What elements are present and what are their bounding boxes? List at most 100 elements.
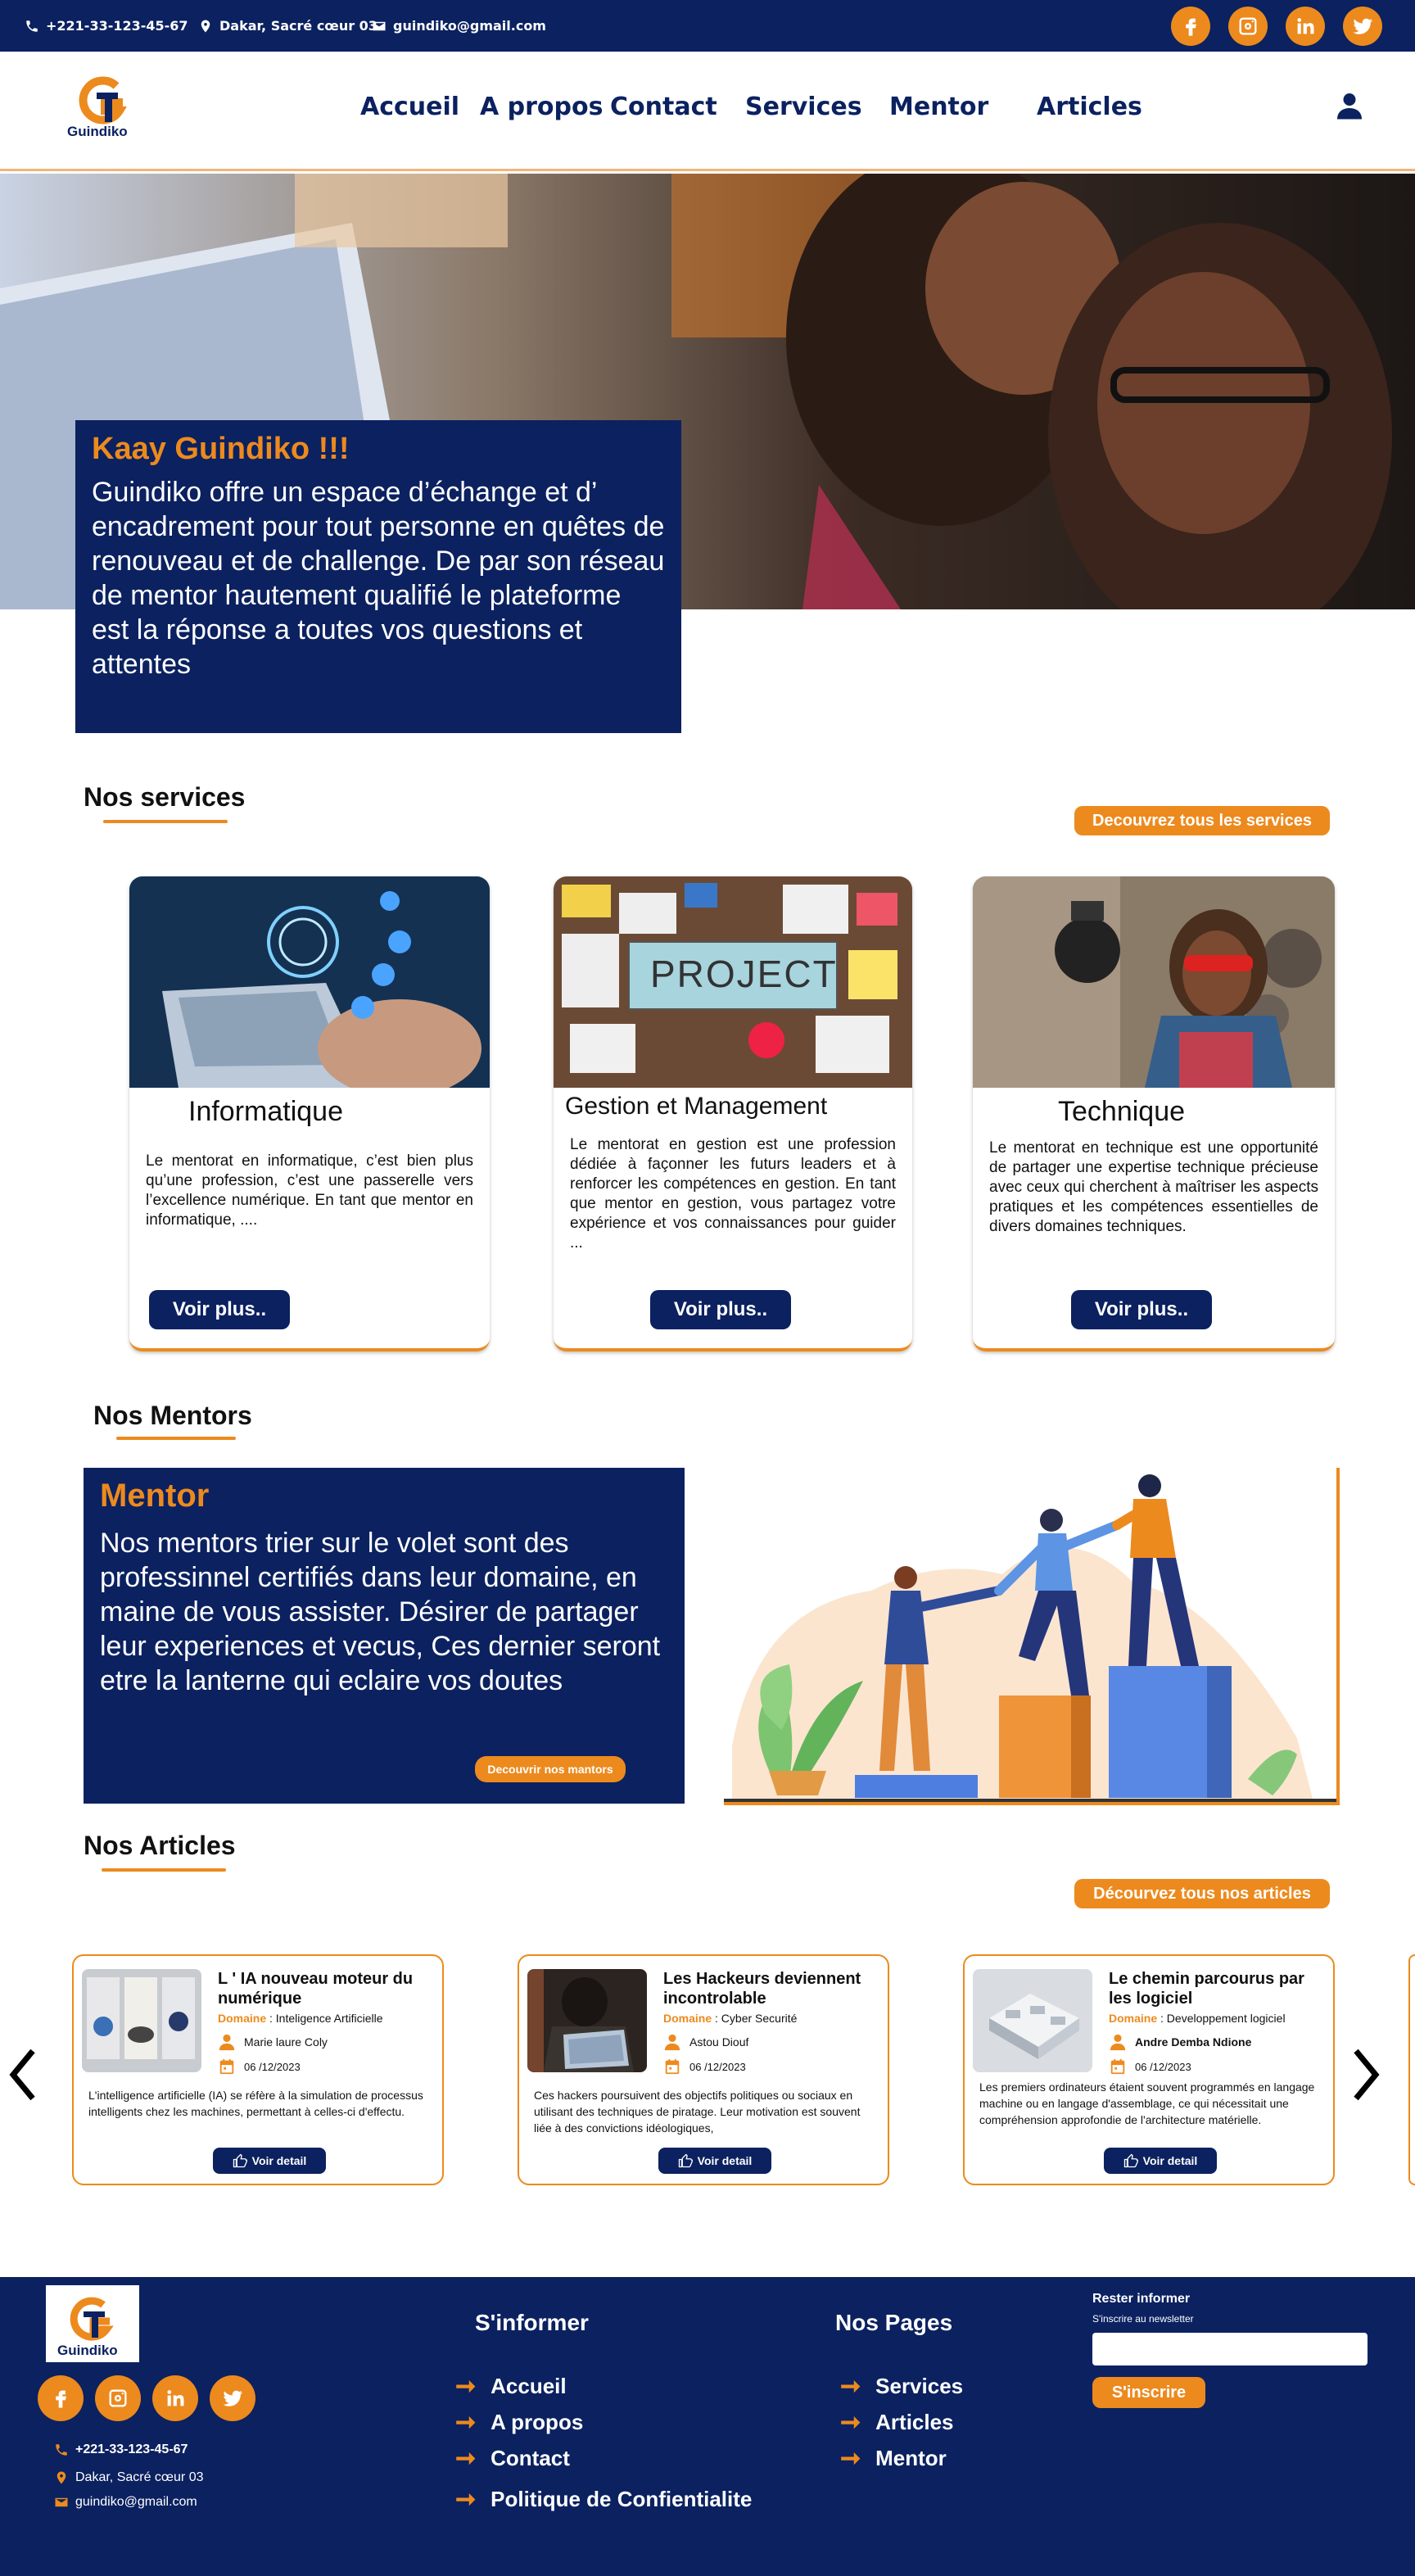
footer-link-politique[interactable]: ➞ Politique de Confientialite <box>455 2485 752 2514</box>
topbar-address: Dakar, Sacré cœur 03 <box>198 18 377 34</box>
instagram-link[interactable] <box>1228 7 1268 46</box>
top-contact-bar: +221-33-123-45-67 Dakar, Sacré cœur 03 g… <box>0 0 1415 52</box>
footer-email-text: guindiko@gmail.com <box>75 2495 197 2509</box>
newsletter-email-input[interactable] <box>1092 2333 1368 2365</box>
topbar-phone-text: +221-33-123-45-67 <box>46 18 188 34</box>
mentor-box-title: Mentor <box>100 1478 210 1514</box>
facebook-icon <box>1186 18 1196 36</box>
all-services-button[interactable]: Decouvrez tous les services <box>1074 806 1330 835</box>
service-text-gestion: Le mentorat en gestion est une professio… <box>570 1136 896 1252</box>
article-detail-label: Voir detail <box>697 2154 753 2167</box>
footer-col1-title: S'informer <box>475 2310 589 2335</box>
nav-services[interactable]: Services <box>745 93 862 121</box>
service-card-technique[interactable]: Technique Le mentorat en technique est u… <box>973 876 1335 1351</box>
footer-link-label: Articles <box>875 2410 954 2434</box>
topbar-phone[interactable]: +221-33-123-45-67 <box>25 18 188 34</box>
footer-linkedin-link[interactable] <box>152 2375 198 2421</box>
service-card-gestion[interactable]: PROJECT Gestion et Management Le mentora… <box>554 876 912 1351</box>
article-title: Les Hackeurs deviennent incontrolable <box>663 1970 861 2008</box>
mentor-textbox: Mentor Nos mentors trier sur le volet so… <box>84 1468 685 1804</box>
article-author: Marie laure Coly <box>218 2033 328 2051</box>
footer-twitter-link[interactable] <box>210 2375 255 2421</box>
arrow-right-icon: ➞ <box>840 2373 861 2400</box>
chevron-right-icon[interactable] <box>1349 2046 1382 2103</box>
domain-label: Domaine <box>218 2012 267 2025</box>
footer-link-label: Politique de Confientialite <box>491 2487 753 2511</box>
article-domain-value: Inteligence Artificielle <box>275 2012 383 2025</box>
article-title: Le chemin parcourus par les logiciel <box>1109 1970 1304 2008</box>
location-icon <box>201 20 210 32</box>
calendar-icon <box>1110 2058 1125 2075</box>
domain-label: Domaine <box>663 2012 712 2025</box>
hero-textbox: Kaay Guindiko !!! Guindiko offre un espa… <box>75 420 681 733</box>
article-domain-value: Cyber Securité <box>721 2012 798 2025</box>
articles-section-title: Nos Articles <box>84 1831 236 1860</box>
service-image-label: PROJECT <box>650 953 838 995</box>
article-detail-button[interactable]: Voir detail <box>658 2148 771 2174</box>
user-icon[interactable] <box>1335 91 1364 120</box>
guindiko-logo[interactable]: Guindiko <box>66 68 138 142</box>
newsletter-subscribe-button[interactable]: S'inscrire <box>1092 2377 1205 2408</box>
mentor-illustration <box>724 1468 1340 1805</box>
chevron-left-icon[interactable] <box>7 2046 39 2103</box>
nav-a-propos[interactable]: A propos <box>480 93 603 121</box>
services-title-underline <box>103 820 228 823</box>
nav-articles[interactable]: Articles <box>1037 93 1142 121</box>
footer-col2-title: Nos Pages <box>835 2310 953 2335</box>
arrow-right-icon: ➞ <box>455 2445 477 2472</box>
article-card[interactable]: Les Hackeurs deviennent incontrolable Do… <box>518 1954 889 2185</box>
linkedin-link[interactable] <box>1286 7 1325 46</box>
discover-mentors-button[interactable]: Decouvrir nos mantors <box>475 1756 626 1782</box>
service-more-button-gestion[interactable]: Voir plus.. <box>650 1290 791 1329</box>
article-excerpt: Les premiers ordinateurs étaient souvent… <box>979 2080 1315 2126</box>
thumbs-up-icon <box>233 2153 247 2168</box>
mentor-description: Nos mentors trier sur le volet sont des … <box>100 1528 661 1696</box>
instagram-icon <box>1239 17 1257 35</box>
footer-facebook-link[interactable] <box>38 2375 84 2421</box>
article-domain: Domaine : Developpement logiciel <box>1109 2012 1286 2025</box>
footer-instagram-link[interactable] <box>95 2375 141 2421</box>
linkedin-icon <box>1297 18 1314 34</box>
footer-link-contact[interactable]: ➞ Contact <box>455 2444 570 2473</box>
footer-address: Dakar, Sacré cœur 03 <box>54 2470 204 2485</box>
mail-icon <box>373 21 386 30</box>
topbar-email-text: guindiko@gmail.com <box>393 18 546 34</box>
twitter-icon <box>223 2390 243 2406</box>
facebook-link[interactable] <box>1171 7 1210 46</box>
arrow-right-icon: ➞ <box>455 2409 477 2436</box>
service-more-button-technique[interactable]: Voir plus.. <box>1071 1290 1212 1329</box>
footer-link-accueil[interactable]: ➞ Accueil <box>455 2372 567 2401</box>
footer-link-articles[interactable]: ➞ Articles <box>840 2408 954 2437</box>
service-title-gestion: Gestion et Management <box>565 1093 828 1120</box>
footer-phone[interactable]: +221-33-123-45-67 <box>54 2442 188 2457</box>
twitter-link[interactable] <box>1343 7 1382 46</box>
topbar-email[interactable]: guindiko@gmail.com <box>372 18 546 34</box>
service-card-informatique[interactable]: Informatique Le mentorat en informatique… <box>129 876 490 1351</box>
footer-logo[interactable]: Guindiko <box>46 2285 139 2362</box>
nav-mentor[interactable]: Mentor <box>889 93 988 121</box>
nav-accueil[interactable]: Accueil <box>360 93 459 121</box>
service-more-button-informatique[interactable]: Voir plus.. <box>149 1290 290 1329</box>
calendar-icon <box>665 2058 680 2075</box>
article-author-name: Marie laure Coly <box>244 2035 328 2049</box>
article-card[interactable]: Le chemin parcourus par les logiciel Dom… <box>963 1954 1335 2185</box>
article-author-name: Astou Diouf <box>689 2035 749 2049</box>
footer-link-mentor[interactable]: ➞ Mentor <box>840 2444 947 2473</box>
article-card[interactable]: L ' IA nouveau moteur du numérique Domai… <box>72 1954 444 2185</box>
user-icon <box>664 2034 680 2051</box>
footer-link-label: Contact <box>491 2446 570 2470</box>
footer-link-a-propos[interactable]: ➞ A propos <box>455 2408 583 2437</box>
article-image <box>527 1969 647 2072</box>
nav-contact[interactable]: Contact <box>610 93 717 121</box>
footer-logo-text: Guindiko <box>57 2343 118 2358</box>
article-detail-button[interactable]: Voir detail <box>1104 2148 1217 2174</box>
all-articles-button[interactable]: Décourvez tous nos articles <box>1074 1879 1330 1908</box>
footer-link-services[interactable]: ➞ Services <box>840 2372 963 2401</box>
location-icon <box>57 2471 66 2484</box>
arrow-right-icon: ➞ <box>455 2486 477 2513</box>
footer-email[interactable]: guindiko@gmail.com <box>54 2495 197 2510</box>
article-domain: Domaine : Inteligence Artificielle <box>218 2012 383 2025</box>
article-detail-button[interactable]: Voir detail <box>213 2148 326 2174</box>
twitter-icon <box>1353 18 1373 34</box>
article-date: 06 /12/2023 <box>218 2058 301 2076</box>
